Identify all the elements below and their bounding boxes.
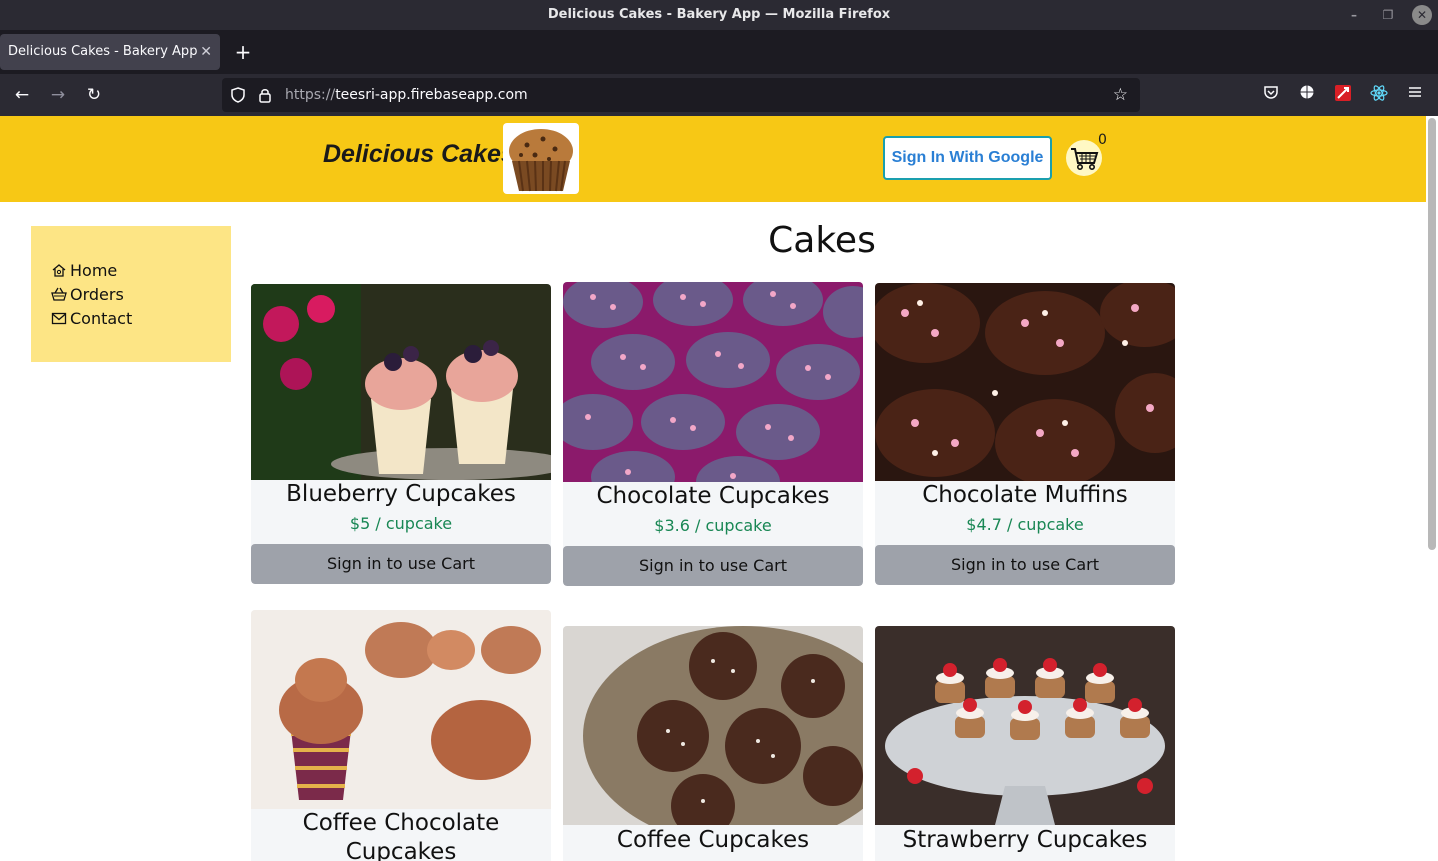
- window-title: Delicious Cakes - Bakery App — Mozilla F…: [547, 7, 891, 22]
- home-icon: [51, 262, 67, 278]
- url-host: teesri-app.firebaseapp.com: [335, 87, 528, 103]
- close-window-button[interactable]: ✕: [1412, 5, 1432, 25]
- minimize-button[interactable]: –: [1344, 5, 1364, 25]
- product-name: Coffee Chocolate: [302, 810, 500, 836]
- browser-tab[interactable]: Delicious Cakes - Bakery App ✕: [0, 34, 220, 70]
- sidebar-item-contact[interactable]: Contact: [51, 306, 231, 330]
- cart-count-badge: 0: [1098, 132, 1107, 148]
- product-card: Chocolate Muffins $4.7 / cupcake Sign in…: [875, 283, 1175, 585]
- product-card: Coffee Cupcakes: [563, 626, 863, 861]
- product-name: Chocolate Cupcakes: [596, 483, 830, 509]
- product-name-continued: Cupcakes: [345, 839, 457, 861]
- pocket-icon[interactable]: [1260, 84, 1282, 106]
- page-title: Cakes: [768, 220, 876, 261]
- globe-icon[interactable]: [1296, 84, 1318, 106]
- url-text[interactable]: https://teesri-app.firebaseapp.com: [285, 78, 528, 112]
- product-image: [251, 284, 551, 482]
- page-viewport: Delicious Cakes Sign In With Google 0 Ho…: [0, 116, 1438, 861]
- sidebar-item-label: Orders: [70, 284, 124, 304]
- product-image: [875, 283, 1175, 487]
- sign-in-google-button[interactable]: Sign In With Google: [883, 136, 1052, 180]
- window-titlebar: Delicious Cakes - Bakery App — Mozilla F…: [0, 0, 1438, 30]
- sidebar-item-label: Home: [70, 260, 118, 280]
- lock-icon[interactable]: [258, 78, 272, 112]
- tab-strip: Delicious Cakes - Bakery App ✕ +: [0, 30, 1438, 74]
- product-name: Blueberry Cupcakes: [286, 481, 516, 507]
- forward-button[interactable]: →: [45, 82, 71, 108]
- brand-title[interactable]: Delicious Cakes: [323, 140, 515, 169]
- product-price: $3.6 / cupcake: [654, 516, 772, 535]
- restore-button[interactable]: ❐: [1378, 5, 1398, 25]
- reload-button[interactable]: ↻: [81, 82, 107, 108]
- product-name: Strawberry Cupcakes: [902, 827, 1148, 853]
- cart-icon[interactable]: [1066, 140, 1102, 176]
- tab-close-icon[interactable]: ✕: [200, 34, 212, 70]
- new-tab-button[interactable]: +: [232, 34, 254, 70]
- basket-icon: [51, 286, 67, 302]
- add-to-cart-button[interactable]: Sign in to use Cart: [563, 546, 863, 586]
- product-price: $4.7 / cupcake: [966, 515, 1084, 534]
- window-controls: – ❐ ✕: [1344, 5, 1432, 25]
- back-button[interactable]: ←: [9, 82, 35, 108]
- navigation-toolbar: ← → ↻ https://teesri-app.firebaseapp.com…: [0, 74, 1438, 116]
- url-scheme: https://: [285, 87, 336, 103]
- sidebar: Home Orders Contact: [31, 226, 231, 362]
- envelope-icon: [51, 310, 67, 326]
- extension-icon[interactable]: [1332, 84, 1354, 106]
- product-image: [563, 282, 863, 508]
- page-scrollbar[interactable]: [1428, 118, 1436, 550]
- bookmark-star-icon[interactable]: ☆: [1113, 78, 1128, 112]
- product-price: $5 / cupcake: [349, 514, 453, 533]
- react-devtools-icon[interactable]: [1368, 84, 1390, 106]
- add-to-cart-button[interactable]: Sign in to use Cart: [251, 544, 551, 584]
- product-card: Blueberry Cupcakes $5 / cupcake Sign in …: [251, 284, 551, 584]
- sidebar-item-home[interactable]: Home: [51, 258, 231, 282]
- shield-icon[interactable]: [230, 78, 246, 112]
- product-image: [563, 626, 863, 846]
- hamburger-menu-icon[interactable]: [1404, 84, 1426, 106]
- address-bar[interactable]: https://teesri-app.firebaseapp.com ☆: [222, 78, 1140, 112]
- toolbar-icons: [1260, 84, 1426, 106]
- sidebar-item-orders[interactable]: Orders: [51, 282, 231, 306]
- muffin-logo[interactable]: [503, 123, 579, 194]
- product-card: Coffee Chocolate Cupcakes: [251, 610, 551, 861]
- add-to-cart-button[interactable]: Sign in to use Cart: [875, 545, 1175, 585]
- sidebar-item-label: Contact: [70, 308, 133, 328]
- product-image: [251, 610, 551, 809]
- product-name: Coffee Cupcakes: [616, 827, 810, 853]
- site-header: Delicious Cakes Sign In With Google 0: [0, 116, 1426, 202]
- product-image: [875, 626, 1175, 825]
- product-name: Chocolate Muffins: [922, 482, 1128, 508]
- product-card: Strawberry Cupcakes: [875, 626, 1175, 861]
- product-card: Chocolate Cupcakes $3.6 / cupcake Sign i…: [563, 282, 863, 586]
- tab-title: Delicious Cakes - Bakery App: [8, 44, 198, 59]
